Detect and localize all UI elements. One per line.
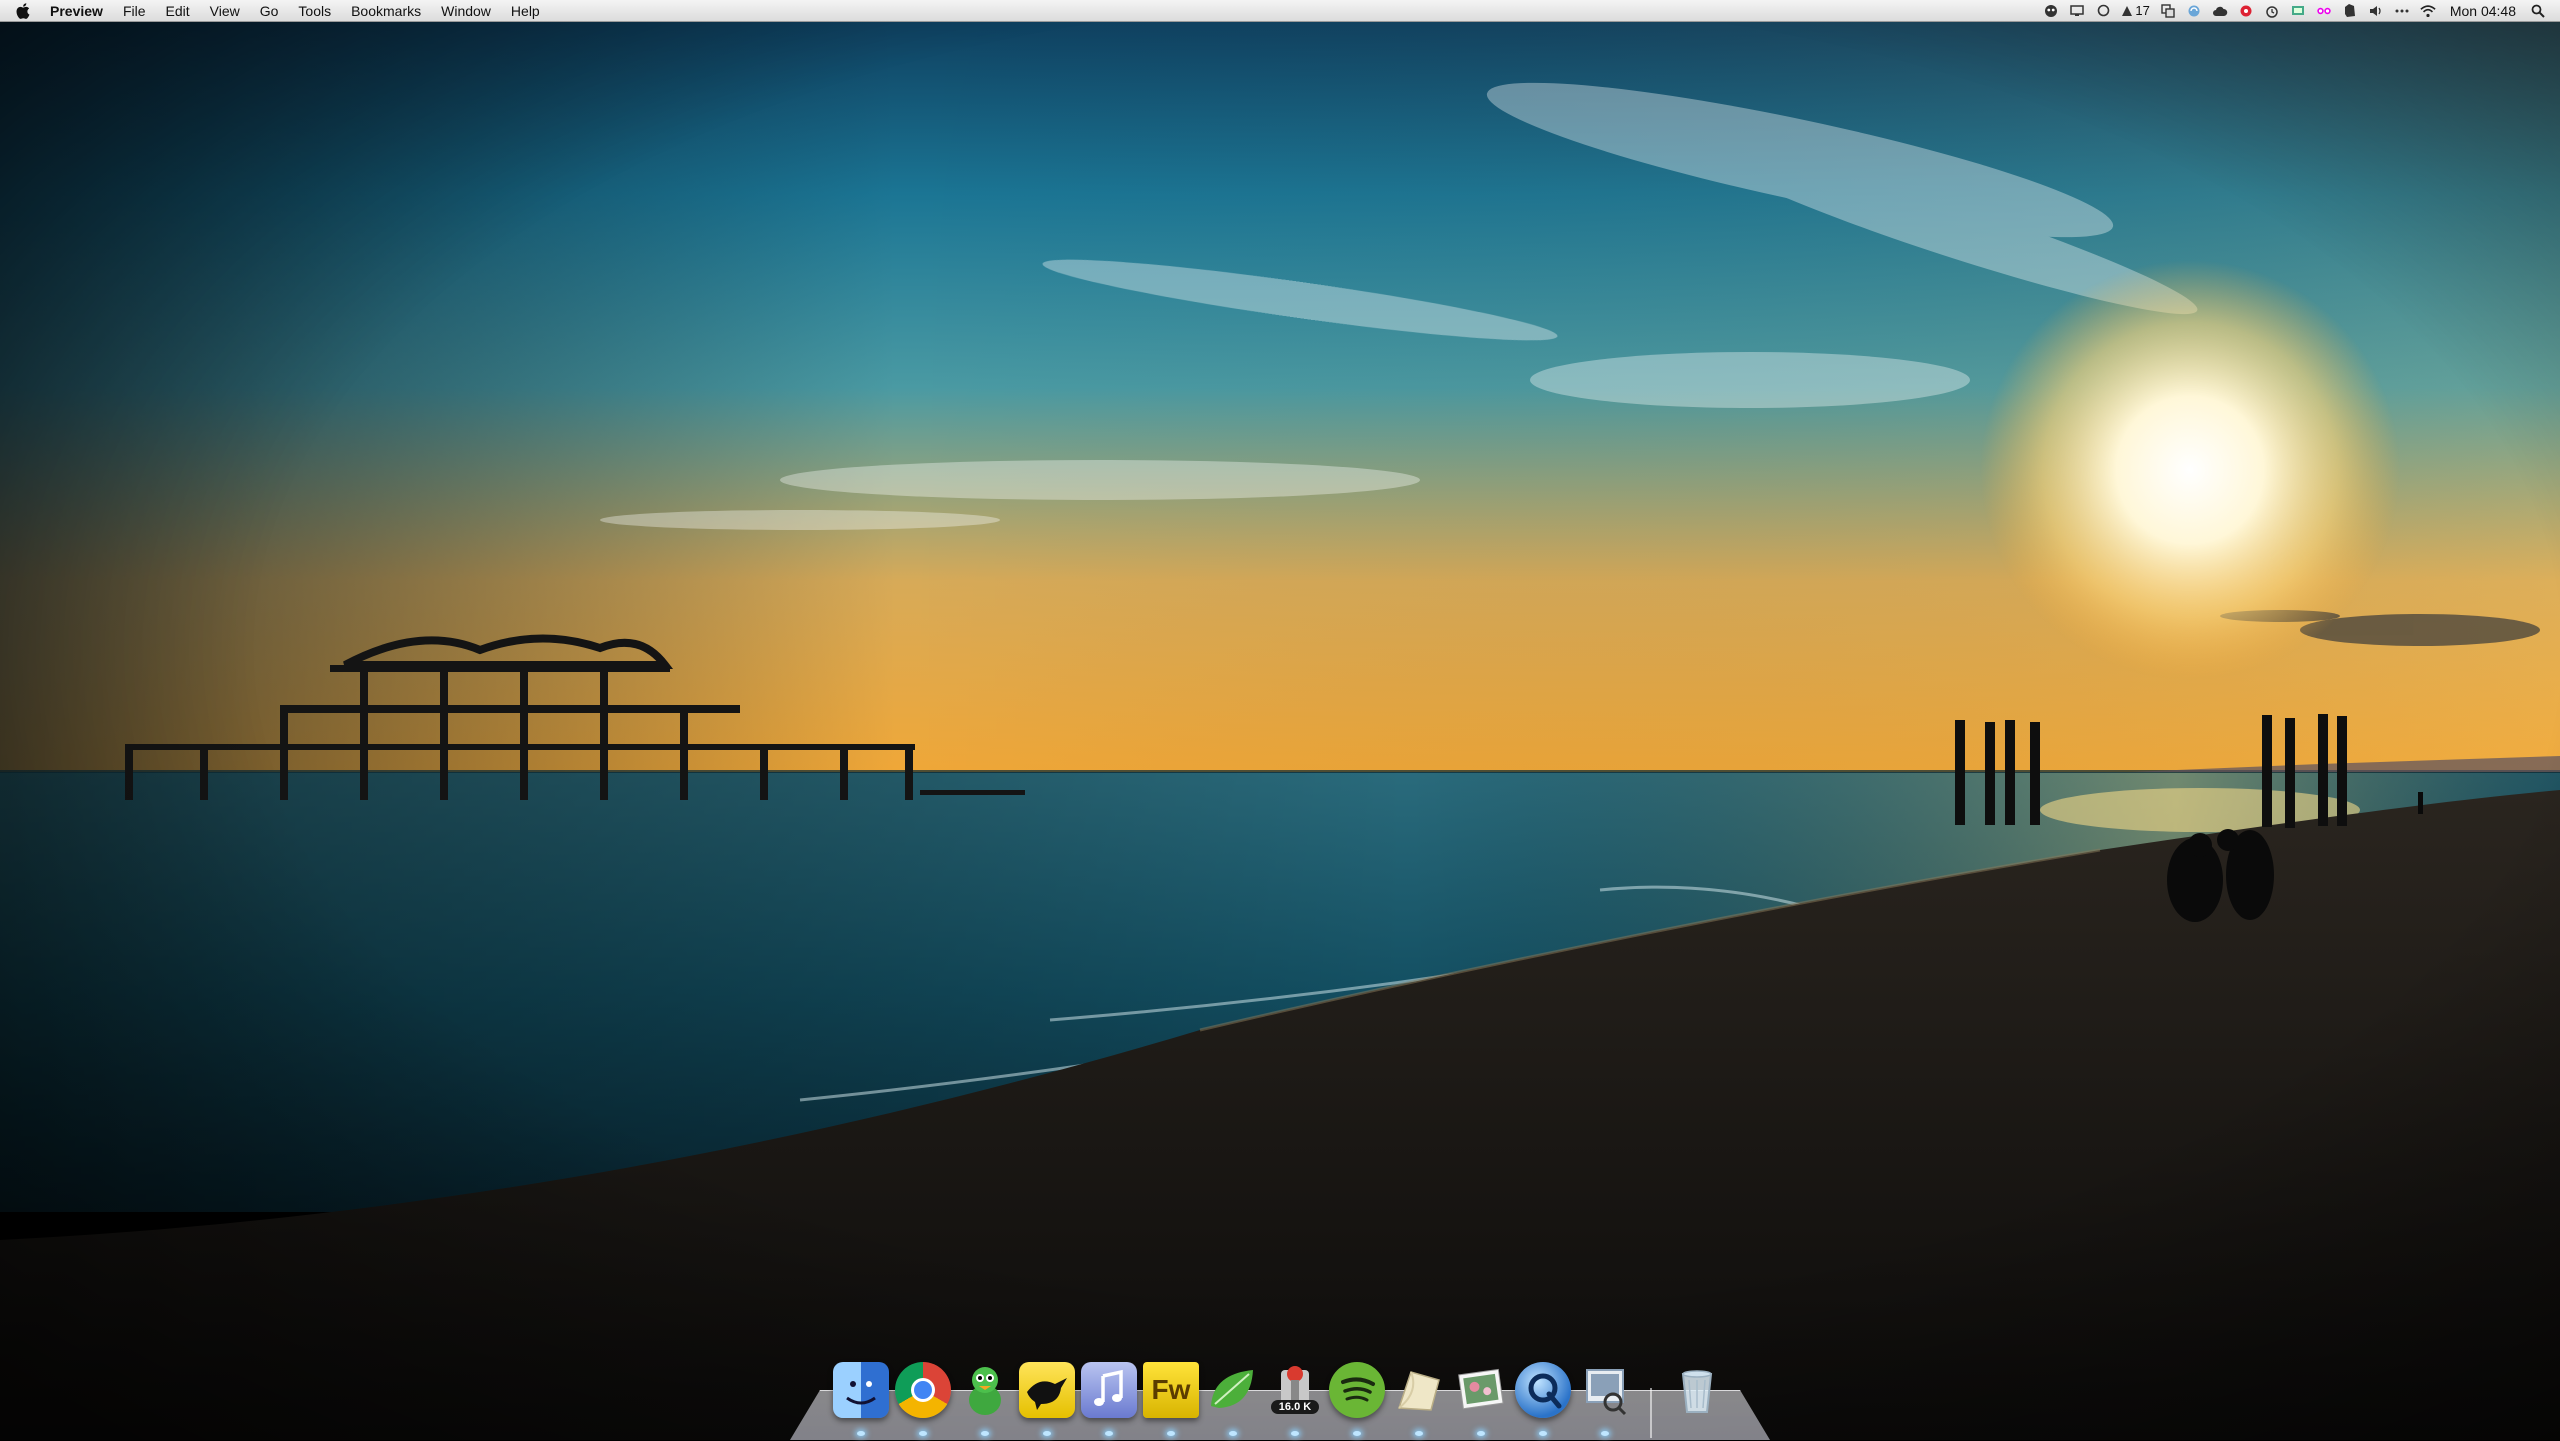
dock-item-trash[interactable]	[1666, 1360, 1728, 1440]
transmission-badge: 16.0 K	[1271, 1400, 1319, 1414]
running-indicator	[1043, 1431, 1051, 1436]
display-icon[interactable]	[2069, 3, 2085, 19]
dock-item-chrome[interactable]	[892, 1360, 954, 1440]
tweetie-icon	[1019, 1362, 1075, 1418]
wifi-icon[interactable]	[2420, 3, 2436, 19]
photo-tool-icon	[1577, 1362, 1633, 1418]
menu-tools[interactable]: Tools	[288, 0, 341, 22]
wallpaper-beach-sunset	[0, 0, 2560, 1440]
status-count[interactable]: 17	[2121, 3, 2150, 18]
dock-item-finder[interactable]	[830, 1360, 892, 1440]
volume-icon[interactable]	[2368, 3, 2384, 19]
running-indicator	[1415, 1431, 1423, 1436]
running-indicator	[981, 1431, 989, 1436]
trash-icon	[1669, 1362, 1725, 1418]
finder-icon	[833, 1362, 889, 1418]
menu-edit[interactable]: Edit	[156, 0, 200, 22]
running-indicator	[919, 1431, 927, 1436]
dock: Fw 16.0 K	[790, 1360, 1770, 1440]
circle-status-icon[interactable]	[2095, 3, 2111, 19]
dots-icon[interactable]	[2394, 3, 2410, 19]
status-count-value: 17	[2135, 3, 2150, 18]
menu-clock[interactable]: Mon 04:48	[2446, 3, 2520, 19]
dock-item-fireworks[interactable]: Fw	[1140, 1360, 1202, 1440]
apple-menu-icon[interactable]	[14, 0, 32, 22]
running-indicator	[1291, 1431, 1299, 1436]
running-indicator	[1229, 1431, 1237, 1436]
alarm-icon[interactable]	[2264, 3, 2280, 19]
spotlight-search-icon[interactable]	[2530, 3, 2546, 19]
menu-go[interactable]: Go	[250, 0, 289, 22]
dock-item-notes[interactable]	[1388, 1360, 1450, 1440]
adium-icon	[957, 1362, 1013, 1418]
menu-window[interactable]: Window	[431, 0, 501, 22]
running-indicator	[1539, 1431, 1547, 1436]
dock-item-itunes[interactable]	[1078, 1360, 1140, 1440]
itunes-icon	[1081, 1362, 1137, 1418]
quicktime-icon	[1515, 1362, 1571, 1418]
glasses-icon[interactable]	[2316, 3, 2332, 19]
copy-icon[interactable]	[2160, 3, 2176, 19]
menu-bar: Preview File Edit View Go Tools Bookmark…	[0, 0, 2560, 22]
fireworks-icon: Fw	[1143, 1362, 1199, 1418]
menu-bar-left: Preview File Edit View Go Tools Bookmark…	[0, 0, 550, 22]
menu-bookmarks[interactable]: Bookmarks	[341, 0, 431, 22]
dock-item-adium[interactable]	[954, 1360, 1016, 1440]
alien-icon[interactable]	[2043, 3, 2059, 19]
cloud-icon[interactable]	[2212, 3, 2228, 19]
dock-item-spotify[interactable]	[1326, 1360, 1388, 1440]
dock-item-evernote[interactable]	[1202, 1360, 1264, 1440]
dock-item-quicktime[interactable]	[1512, 1360, 1574, 1440]
menu-view[interactable]: View	[200, 0, 250, 22]
evernote-icon	[1205, 1362, 1261, 1418]
running-indicator	[1353, 1431, 1361, 1436]
transmission-icon: 16.0 K	[1267, 1362, 1323, 1418]
dock-icons: Fw 16.0 K	[830, 1360, 1750, 1440]
running-indicator	[857, 1431, 865, 1436]
running-indicator	[1105, 1431, 1113, 1436]
dock-item-transmission[interactable]: 16.0 K	[1264, 1360, 1326, 1440]
monitor-icon[interactable]	[2290, 3, 2306, 19]
dock-item-tweetie[interactable]	[1016, 1360, 1078, 1440]
chrome-icon	[895, 1362, 951, 1418]
evernote-status-icon[interactable]	[2342, 3, 2358, 19]
running-indicator	[1477, 1431, 1485, 1436]
dock-item-preview[interactable]	[1450, 1360, 1512, 1440]
record-icon[interactable]	[2238, 3, 2254, 19]
dock-separator	[1650, 1388, 1652, 1438]
sync-icon[interactable]	[2186, 3, 2202, 19]
notes-icon	[1391, 1362, 1447, 1418]
menu-help[interactable]: Help	[501, 0, 550, 22]
running-indicator	[1167, 1431, 1175, 1436]
preview-photo-icon	[1453, 1362, 1509, 1418]
spotify-icon	[1329, 1362, 1385, 1418]
fireworks-label: Fw	[1151, 1374, 1191, 1405]
running-indicator	[1601, 1431, 1609, 1436]
dock-item-photo-tool[interactable]	[1574, 1360, 1636, 1440]
menu-extras: 17 Mon 04:48	[2043, 0, 2560, 22]
menu-app-name[interactable]: Preview	[40, 0, 113, 22]
desktop	[0, 0, 2560, 1440]
menu-file[interactable]: File	[113, 0, 156, 22]
